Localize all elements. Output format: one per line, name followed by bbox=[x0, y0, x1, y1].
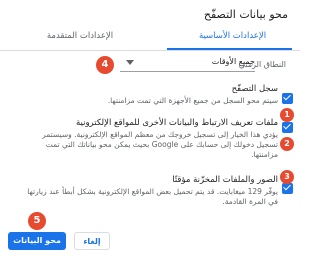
cached-files-description-line: في المرة القادمة. bbox=[222, 197, 278, 206]
time-range-value: جميع الأوقات bbox=[211, 57, 255, 66]
cancel-button[interactable]: إلغاء bbox=[74, 232, 110, 250]
browsing-history-title: سجل التصفّح bbox=[231, 84, 278, 94]
tab-advanced[interactable]: الإعدادات المتقدمة bbox=[20, 28, 140, 50]
step-marker-5: 5 bbox=[28, 212, 46, 230]
cached-files-checkbox[interactable] bbox=[282, 183, 293, 194]
cookies-description-line: مزامنتها. bbox=[251, 150, 278, 159]
dialog-title: محو بيانات التصفّح bbox=[203, 8, 288, 21]
step-marker-3: 3 bbox=[280, 170, 294, 184]
cached-files-description-line: يوفّر 129 ميغابايت. قد يتم تحميل بعض الم… bbox=[27, 187, 278, 196]
browsing-history-checkbox[interactable] bbox=[282, 93, 293, 104]
cookies-description-line: يؤدي هذا الخيار إلى تسجيل خروجك من معظم … bbox=[42, 130, 278, 139]
tab-basic[interactable]: الإعدادات الأساسية bbox=[165, 28, 300, 50]
tab-bar: الإعدادات الأساسية الإعدادات المتقدمة bbox=[0, 28, 300, 50]
cookies-description: يؤدي هذا الخيار إلى تسجيل خروجك من معظم … bbox=[8, 130, 278, 160]
clear-browsing-data-dialog: محو بيانات التصفّح الإعدادات الأساسية ال… bbox=[0, 0, 300, 256]
tabs-divider bbox=[0, 50, 300, 51]
step-marker-4: 4 bbox=[96, 56, 114, 74]
time-range-select[interactable]: جميع الأوقات bbox=[120, 56, 255, 72]
chevron-down-icon bbox=[126, 60, 134, 65]
cookies-title: ملفات تعريف الارتباط والبيانات الأخرى لل… bbox=[75, 118, 278, 128]
step-marker-1: 1 bbox=[280, 108, 294, 122]
step-marker-2: 2 bbox=[280, 137, 294, 151]
clear-data-button[interactable]: محو البيانات bbox=[8, 232, 66, 250]
cookies-description-line: تسجيل دخولك إلى حسابك على Google بحيث يم… bbox=[45, 140, 278, 149]
cached-files-description: يوفّر 129 ميغابايت. قد يتم تحميل بعض الم… bbox=[8, 187, 278, 207]
browsing-history-description: سيتم محو السجل من جميع الأجهزة التي تمت … bbox=[107, 96, 278, 105]
cookies-checkbox[interactable] bbox=[282, 122, 293, 133]
cached-files-title: الصور والملفات المخزّنة مؤقتًا bbox=[172, 175, 278, 185]
